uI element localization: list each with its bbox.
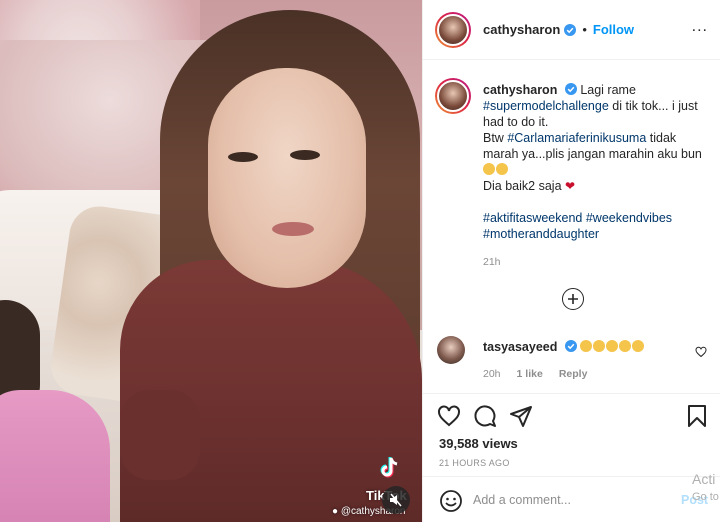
emoji-icon <box>619 340 632 352</box>
emoji-icon <box>496 163 508 175</box>
hashtag-link[interactable]: #aktifitasweekend <box>483 211 582 225</box>
windows-activation-watermark: Acti Go to <box>692 471 719 503</box>
mute-icon <box>390 493 402 507</box>
emoji-icon <box>606 340 619 352</box>
hashtag-link[interactable]: #motheranddaughter <box>483 227 599 241</box>
caption-username[interactable]: cathysharon <box>483 83 557 97</box>
emoji-icon <box>632 340 645 352</box>
left-eye <box>228 152 258 162</box>
comment-likes-link[interactable]: 1 like <box>517 368 543 380</box>
tiktok-icon <box>380 457 398 478</box>
add-icon <box>568 294 578 304</box>
post-video[interactable]: TikTok ● @cathysharon <box>0 0 422 522</box>
action-bar: 39,588 views 21 HOURS AGO Post <box>423 393 720 522</box>
emoji-icon <box>483 163 495 175</box>
share-icon[interactable] <box>509 404 533 428</box>
post-header: cathysharon • Follow ... <box>423 0 720 60</box>
mute-button[interactable] <box>382 486 410 514</box>
load-more-comments-button[interactable] <box>562 288 584 310</box>
comment-input[interactable] <box>473 489 673 511</box>
views-count[interactable]: 39,588 views <box>439 436 518 451</box>
more-icon[interactable]: ... <box>692 19 708 35</box>
bookmark-icon[interactable] <box>685 404 709 428</box>
comment-icon[interactable] <box>473 404 497 428</box>
avatar[interactable] <box>435 11 471 48</box>
comment-meta: 20h 1 like Reply <box>483 368 587 380</box>
hashtag-link[interactable]: #weekendvibes <box>586 211 672 225</box>
emoji-icon <box>593 340 606 352</box>
hashtag-link[interactable]: #supermodelchallenge <box>483 99 609 113</box>
caption-text: cathysharon Lagi rame #supermodelchallen… <box>483 83 702 241</box>
username-link[interactable]: cathysharon <box>483 22 560 37</box>
post-side-panel: cathysharon • Follow ... cathysharon Lag… <box>422 0 720 522</box>
heart-icon[interactable] <box>437 404 461 428</box>
right-eye <box>290 150 320 160</box>
separator-dot: • <box>582 22 587 37</box>
child-shirt <box>0 390 110 522</box>
mouth <box>272 222 314 236</box>
emoji-icon <box>580 340 593 352</box>
post-timestamp: 21 HOURS AGO <box>439 458 510 468</box>
caption-timestamp: 21h <box>483 256 501 268</box>
woman-arm <box>120 390 200 480</box>
comment-bar: Post <box>423 476 720 522</box>
comment-timestamp: 20h <box>483 368 501 380</box>
reply-button[interactable]: Reply <box>559 368 588 380</box>
caption-avatar[interactable] <box>435 78 471 114</box>
user-icon: ● <box>332 506 341 517</box>
smiley-icon[interactable] <box>439 489 463 513</box>
verified-icon <box>564 23 577 36</box>
verified-icon <box>564 340 577 352</box>
commenter-username[interactable]: tasyasayeed <box>483 340 557 354</box>
verified-icon <box>564 83 577 95</box>
hashtag-link[interactable]: #Carlamariaferinikusuma <box>507 131 646 145</box>
comment-like-heart-icon[interactable] <box>695 346 707 358</box>
comment-text: tasyasayeed <box>483 340 645 354</box>
commenter-avatar[interactable] <box>437 336 465 364</box>
heart-emoji-icon: ❤ <box>565 179 576 193</box>
follow-button[interactable]: Follow <box>593 22 634 37</box>
woman-face <box>208 68 366 288</box>
